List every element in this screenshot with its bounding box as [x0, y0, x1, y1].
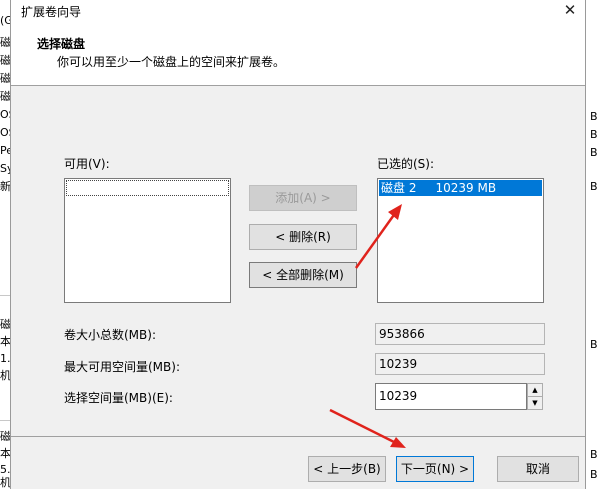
available-listbox[interactable]	[64, 178, 231, 303]
max-space-label: 最大可用空间量(MB):	[64, 360, 180, 374]
add-button[interactable]: 添加(A) >	[249, 185, 357, 211]
bg-text: B	[590, 110, 598, 123]
selected-disk-item[interactable]: 磁盘 2 10239 MB	[379, 180, 542, 196]
window-title: 扩展卷向导	[21, 5, 82, 19]
available-label: 可用(V):	[64, 157, 110, 171]
selected-listbox[interactable]: 磁盘 2 10239 MB	[377, 178, 544, 303]
selected-label: 已选的(S):	[377, 157, 435, 171]
available-focus-item	[66, 180, 229, 196]
select-space-label: 选择空间量(MB)(E):	[64, 391, 173, 405]
spin-down-icon[interactable]: ▼	[528, 397, 542, 410]
cancel-button[interactable]: 取消	[497, 456, 579, 482]
background-app-right: B B B B B B B	[586, 0, 600, 489]
title-bar: 扩展卷向导 ✕	[11, 0, 585, 22]
remove-all-button[interactable]: < 全部删除(M)	[249, 262, 357, 288]
bg-text: B	[590, 128, 598, 141]
select-space-input[interactable]: 10239	[375, 383, 527, 410]
select-space-spinner[interactable]: ▲ ▼	[527, 383, 543, 410]
bg-text: B	[590, 146, 598, 159]
close-icon[interactable]: ✕	[559, 0, 581, 20]
max-space-value: 10239	[375, 353, 545, 375]
extend-volume-wizard: 扩展卷向导 ✕ 选择磁盘 你可以用至少一个磁盘上的空间来扩展卷。 可用(V): …	[10, 0, 586, 489]
page-title: 选择磁盘	[37, 37, 86, 51]
back-button[interactable]: < 上一步(B)	[308, 456, 386, 482]
wizard-header: 选择磁盘 你可以用至少一个磁盘上的空间来扩展卷。	[11, 22, 585, 86]
page-subtitle: 你可以用至少一个磁盘上的空间来扩展卷。	[57, 55, 286, 69]
next-button[interactable]: 下一页(N) >	[396, 456, 474, 482]
remove-button[interactable]: < 删除(R)	[249, 224, 357, 250]
total-size-value: 953866	[375, 323, 545, 345]
bg-text: B	[590, 180, 598, 193]
bg-text: B	[590, 468, 598, 481]
bg-text: B	[590, 448, 598, 461]
footer-divider	[11, 436, 585, 437]
bg-text: B	[590, 338, 598, 351]
total-size-label: 卷大小总数(MB):	[64, 328, 156, 342]
